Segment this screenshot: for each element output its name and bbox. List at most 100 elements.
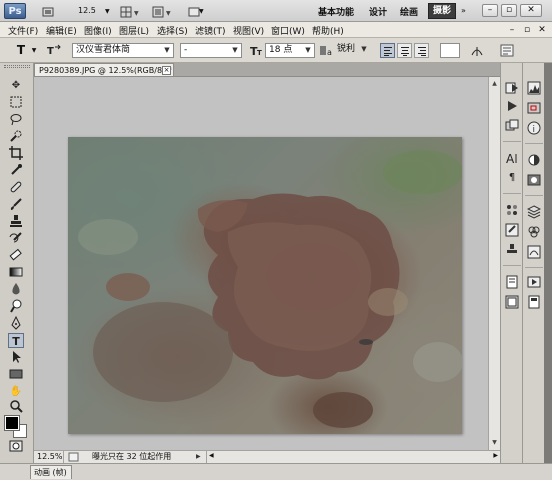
move-tool-icon[interactable]: ✥ [8, 78, 24, 93]
paths-panel-icon[interactable] [527, 245, 541, 259]
menu-layer[interactable]: 图层(L) [119, 24, 149, 37]
path-selection-tool-icon[interactable] [8, 350, 24, 365]
crop-tool-icon[interactable] [8, 146, 24, 161]
tool-preset-type-icon[interactable]: T [14, 43, 28, 58]
document-close-button[interactable]: ✕ [536, 25, 548, 36]
navigator-panel-icon[interactable] [527, 101, 541, 115]
animation-panel-icon[interactable] [527, 275, 541, 289]
panel-grip[interactable] [4, 65, 30, 68]
font-family-select[interactable]: 汉仪雪君体简 ▼ [72, 43, 174, 58]
document-minimize-button[interactable]: – [506, 25, 518, 36]
tab-animation-frames[interactable]: 动画 (帧) [30, 465, 72, 479]
character-icon[interactable]: A [505, 151, 519, 166]
adjustments-icon[interactable] [527, 153, 541, 167]
font-size-icon: TT [250, 43, 264, 58]
workspace-painting[interactable]: 绘画 [400, 5, 418, 18]
history-brush-tool-icon[interactable] [8, 231, 24, 246]
rectangle-tool-icon[interactable] [8, 367, 24, 382]
zoom-tool-icon[interactable] [8, 399, 24, 414]
menu-help[interactable]: 帮助(H) [312, 24, 344, 37]
dodge-tool-icon[interactable] [8, 299, 24, 314]
notes-icon[interactable] [505, 275, 519, 289]
brush-tool-icon[interactable] [8, 197, 24, 212]
close-tab-icon[interactable]: × [162, 66, 171, 75]
close-button[interactable]: ✕ [520, 4, 542, 17]
blur-tool-icon[interactable] [8, 282, 24, 297]
menu-select[interactable]: 选择(S) [157, 24, 188, 37]
layers-panel-icon[interactable] [526, 205, 542, 219]
workspace-photography[interactable]: 摄影 [428, 3, 456, 19]
actions-panel-icon[interactable] [505, 99, 519, 113]
hand-tool-icon[interactable]: ✋ [8, 384, 24, 399]
antialias-select[interactable]: 锐利 ▼ [334, 43, 370, 58]
menu-filter[interactable]: 滤镜(T) [195, 24, 226, 37]
align-right-button[interactable] [414, 43, 429, 58]
menu-file[interactable]: 文件(F) [8, 24, 38, 37]
tools-panel: ✥ T ✋ [0, 63, 34, 463]
menu-window[interactable]: 窗口(W) [271, 24, 305, 37]
quick-mask-icon[interactable] [8, 439, 24, 454]
gradient-tool-icon[interactable] [8, 265, 24, 280]
document-tab[interactable]: P9280389.JPG @ 12.5%(RGB/8) * × [34, 63, 174, 77]
scroll-right-icon[interactable]: ▶ [493, 452, 498, 459]
spot-healing-tool-icon[interactable] [8, 180, 24, 195]
view-extras-icon[interactable]: ▼ [118, 4, 142, 18]
chevron-down-icon: ▼ [305, 46, 311, 54]
histogram-panel-icon[interactable] [527, 81, 541, 95]
type-tool-icon[interactable]: T [8, 333, 24, 348]
status-doc-icon[interactable] [68, 452, 80, 462]
brushes-panel-icon[interactable] [505, 223, 519, 237]
document-restore-button[interactable]: ▫ [521, 25, 533, 36]
screen-mode-dropdown-icon[interactable]: ▼ [198, 4, 206, 18]
masks-icon[interactable] [527, 173, 541, 187]
scroll-down-icon[interactable]: ▼ [490, 438, 499, 447]
marquee-tool-icon[interactable] [8, 95, 24, 110]
font-style-select[interactable]: - ▼ [180, 43, 242, 58]
arrange-documents-icon[interactable]: ▼ [150, 4, 174, 18]
brush-presets-icon[interactable] [505, 203, 519, 217]
menu-image[interactable]: 图像(I) [84, 24, 112, 37]
scroll-left-icon[interactable]: ◀ [209, 452, 214, 459]
lasso-tool-icon[interactable] [8, 112, 24, 127]
tool-preset-dropdown-icon[interactable]: ▼ [30, 43, 38, 58]
character-panel-icon[interactable] [500, 43, 514, 58]
zoom-level-field[interactable]: 12.5 [74, 4, 104, 18]
menu-view[interactable]: 视图(V) [233, 24, 264, 37]
align-center-button[interactable] [397, 43, 412, 58]
channels-panel-icon[interactable] [527, 225, 541, 239]
workspace-design[interactable]: 设计 [369, 5, 387, 18]
pen-tool-icon[interactable] [8, 315, 24, 331]
text-color-swatch[interactable] [440, 43, 460, 58]
clone-stamp-tool-icon[interactable] [8, 214, 24, 229]
bridge-icon[interactable] [40, 4, 54, 18]
measurement-log-icon[interactable] [527, 295, 541, 309]
eyedropper-tool-icon[interactable] [8, 163, 24, 178]
menu-bar: 文件(F) 编辑(E) 图像(I) 图层(L) 选择(S) 滤镜(T) 视图(V… [0, 22, 552, 38]
dock-separator [503, 141, 521, 142]
vertical-scrollbar[interactable]: ▲ ▼ [488, 77, 500, 450]
layer-comps-icon[interactable] [505, 119, 519, 133]
scroll-up-icon[interactable]: ▲ [490, 79, 499, 88]
foreground-color-swatch[interactable] [4, 415, 20, 431]
workspace-essentials[interactable]: 基本功能 [318, 5, 354, 18]
horizontal-scrollbar[interactable]: ◀ ▶ [206, 451, 500, 463]
clone-source-icon[interactable] [505, 243, 519, 257]
info-panel-icon[interactable]: i [527, 121, 541, 135]
minimize-button[interactable]: – [482, 4, 498, 17]
status-zoom-field[interactable]: 12.5% [34, 451, 64, 463]
restore-button[interactable]: ▫ [501, 4, 517, 17]
workspace-more-icon[interactable]: » [460, 4, 470, 18]
quick-selection-tool-icon[interactable] [8, 129, 24, 144]
status-menu-arrow-icon[interactable]: ▶ [196, 452, 204, 462]
tool-presets-icon[interactable] [505, 295, 519, 309]
history-panel-icon[interactable] [505, 81, 519, 95]
paragraph-icon[interactable]: ¶ [505, 171, 519, 185]
canvas-area[interactable] [34, 77, 488, 450]
toggle-text-orientation-icon[interactable]: T [46, 43, 62, 58]
warp-text-icon[interactable] [470, 43, 484, 58]
align-left-button[interactable] [380, 43, 395, 58]
eraser-tool-icon[interactable] [8, 248, 24, 263]
zoom-dropdown-icon[interactable]: ▼ [104, 4, 112, 18]
font-size-select[interactable]: 18 点 ▼ [265, 43, 315, 58]
menu-edit[interactable]: 编辑(E) [46, 24, 77, 37]
